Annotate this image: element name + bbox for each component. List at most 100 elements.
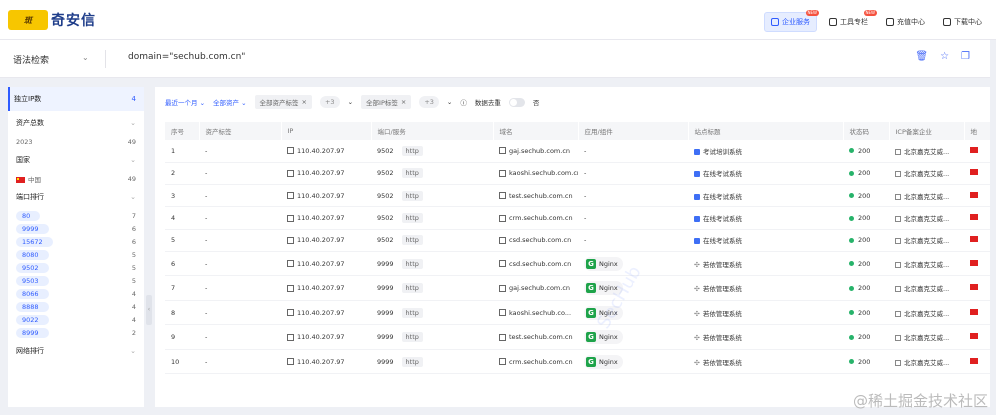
column-header[interactable]: 域名 — [493, 122, 579, 140]
ip-detail-icon[interactable] — [287, 214, 294, 222]
table-row[interactable]: 10 - 110.40.207.97 9999 http crm.sechub.com.c… — [165, 349, 990, 375]
ip-text[interactable]: 110.40.207.97 — [297, 236, 345, 244]
icp-company[interactable]: 北京嘉克艾威... — [904, 310, 949, 318]
ip-text[interactable]: 110.40.207.97 — [297, 169, 345, 177]
table-row[interactable]: 7 - 110.40.207.97 9999 http gaj.sechub.com.cn… — [165, 275, 990, 301]
external-link-icon[interactable] — [499, 192, 506, 200]
ip-tag-filter[interactable]: 全部IP标签 × — [361, 95, 412, 109]
close-icon[interactable]: × — [401, 98, 406, 106]
domain-link[interactable]: test.sechub.com.cn — [509, 192, 573, 200]
close-icon[interactable]: × — [302, 98, 307, 106]
logo[interactable]: 斑 奇安信 — [8, 10, 96, 30]
ip-text[interactable]: 110.40.207.97 — [297, 260, 345, 268]
domain-link[interactable]: crm.sechub.com.cn — [509, 358, 573, 366]
asset-tag-filter[interactable]: 全部资产标签 × — [254, 95, 312, 109]
app-chip[interactable]: G Nginx — [584, 305, 623, 320]
sidebar-collapse-handle[interactable]: ‹ — [146, 295, 152, 325]
ip-text[interactable]: 110.40.207.97 — [297, 214, 345, 222]
chevron-down-icon[interactable]: ⌄ — [82, 53, 89, 62]
copy-icon[interactable]: ❐ — [961, 51, 970, 62]
port-row[interactable]: 15672 6 — [16, 235, 136, 248]
port-row[interactable]: 9022 4 — [16, 313, 136, 326]
ip-detail-icon[interactable] — [287, 147, 294, 155]
external-link-icon[interactable] — [499, 147, 506, 155]
port-row[interactable]: 80 7 — [16, 209, 136, 222]
chevron-down-icon[interactable]: ⌄ — [348, 98, 353, 106]
icp-company[interactable]: 北京嘉克艾威... — [904, 170, 949, 178]
icp-company[interactable]: 北京嘉克艾威... — [904, 334, 949, 342]
ip-detail-icon[interactable] — [287, 169, 294, 177]
external-link-icon[interactable] — [499, 236, 506, 244]
column-header[interactable]: 状态码 — [843, 122, 890, 140]
icp-company[interactable]: 北京嘉克艾威... — [904, 285, 949, 293]
network-header[interactable]: 网络排行 ⌄ — [16, 339, 136, 363]
domain-link[interactable]: kaoshi.sechub.com.cn — [509, 169, 578, 177]
external-link-icon[interactable] — [499, 284, 506, 292]
asset-filter[interactable]: 全部资产 ⌄ — [213, 97, 247, 107]
domain-link[interactable]: gaj.sechub.com.cn — [509, 147, 570, 155]
app-chip[interactable]: G Nginx — [584, 281, 623, 296]
icp-company[interactable]: 北京嘉克艾威... — [904, 359, 949, 367]
domain-link[interactable]: gaj.sechub.com.cn — [509, 284, 570, 292]
search-input[interactable]: domain="sechub.com.cn" — [128, 52, 245, 62]
domain-link[interactable]: csd.sechub.com.cn — [509, 260, 571, 268]
column-header[interactable]: 资产标签 — [199, 122, 282, 140]
top-link-2[interactable]: 充值中心 — [880, 13, 931, 31]
icp-company[interactable]: 北京嘉克艾威... — [904, 237, 949, 245]
country-row[interactable]: 中国 49 — [16, 172, 136, 185]
port-row[interactable]: 9502 5 — [16, 261, 136, 274]
trash-icon[interactable]: 🗑 — [915, 51, 928, 62]
external-link-icon[interactable] — [499, 309, 506, 317]
table-row[interactable]: 4 - 110.40.207.97 9502 http crm.sechub.com.cn… — [165, 206, 990, 230]
chevron-down-icon[interactable]: ⌄ — [447, 98, 452, 106]
column-header[interactable]: 地 — [964, 122, 990, 140]
search-type-select[interactable]: 语法检索 — [13, 53, 49, 66]
top-link-1[interactable]: 工具专栏 NEW — [823, 10, 877, 31]
external-link-icon[interactable] — [499, 260, 506, 268]
column-header[interactable]: 应用/组件 — [578, 122, 689, 140]
ip-text[interactable]: 110.40.207.97 — [297, 309, 345, 317]
domain-link[interactable]: kaoshi.sechub.co... — [509, 309, 571, 317]
table-row[interactable]: 2 - 110.40.207.97 9502 http kaoshi.sechub.com… — [165, 162, 990, 186]
asset-tag-count[interactable]: +3 — [319, 96, 340, 108]
ip-text[interactable]: 110.40.207.97 — [297, 333, 345, 341]
ip-text[interactable]: 110.40.207.97 — [297, 284, 345, 292]
external-link-icon[interactable] — [499, 333, 506, 341]
ip-detail-icon[interactable] — [287, 260, 294, 268]
column-header[interactable]: IP — [281, 122, 372, 140]
ip-text[interactable]: 110.40.207.97 — [297, 192, 345, 200]
icp-company[interactable]: 北京嘉克艾威... — [904, 215, 949, 223]
port-row[interactable]: 9503 5 — [16, 274, 136, 287]
ip-tag-count[interactable]: +3 — [419, 96, 439, 108]
domain-link[interactable]: crm.sechub.com.cn — [509, 214, 573, 222]
ip-detail-icon[interactable] — [287, 333, 294, 341]
table-row[interactable]: 8 - 110.40.207.97 9999 http kaoshi.sechub.co.… — [165, 300, 990, 326]
star-icon[interactable]: ☆ — [940, 51, 949, 62]
app-chip[interactable]: G Nginx — [584, 354, 623, 369]
icp-company[interactable]: 北京嘉克艾威... — [904, 193, 949, 201]
table-row[interactable]: 1 - 110.40.207.97 9502 http gaj.sechub.com.cn… — [165, 140, 990, 163]
icp-company[interactable]: 北京嘉克艾威... — [904, 148, 949, 156]
external-link-icon[interactable] — [499, 358, 506, 366]
dedupe-toggle[interactable] — [508, 97, 525, 107]
country-header[interactable]: 国家 ⌄ — [16, 148, 136, 172]
ip-detail-icon[interactable] — [287, 236, 294, 244]
top-link-3[interactable]: 下载中心 — [937, 13, 988, 31]
external-link-icon[interactable] — [499, 214, 506, 222]
table-row[interactable]: 5 - 110.40.207.97 9502 http csd.sechub.com.cn… — [165, 229, 990, 252]
port-row[interactable]: 8066 4 — [16, 287, 136, 300]
ip-text[interactable]: 110.40.207.97 — [297, 358, 345, 366]
total-assets-header[interactable]: 资产总数 ⌄ — [16, 111, 136, 135]
ports-header[interactable]: 端口排行 ⌄ — [16, 185, 136, 209]
top-link-0[interactable]: 企业服务 NEW — [764, 10, 819, 32]
table-row[interactable]: 9 - 110.40.207.97 9999 http test.sechub.com.c… — [165, 324, 990, 350]
port-row[interactable]: 8080 5 — [16, 248, 136, 261]
column-header[interactable]: 端口/服务 — [371, 122, 494, 140]
port-row[interactable]: 8999 2 — [16, 326, 136, 339]
table-row[interactable]: 3 - 110.40.207.97 9502 http test.sechub.com.c… — [165, 184, 990, 208]
external-link-icon[interactable] — [499, 169, 506, 177]
column-header[interactable]: ICP备案企业 — [889, 122, 965, 140]
table-row[interactable]: 6 - 110.40.207.97 9999 http csd.sechub.com.cn… — [165, 251, 990, 277]
app-chip[interactable]: G Nginx — [584, 256, 623, 271]
app-chip[interactable]: G Nginx — [584, 330, 623, 345]
